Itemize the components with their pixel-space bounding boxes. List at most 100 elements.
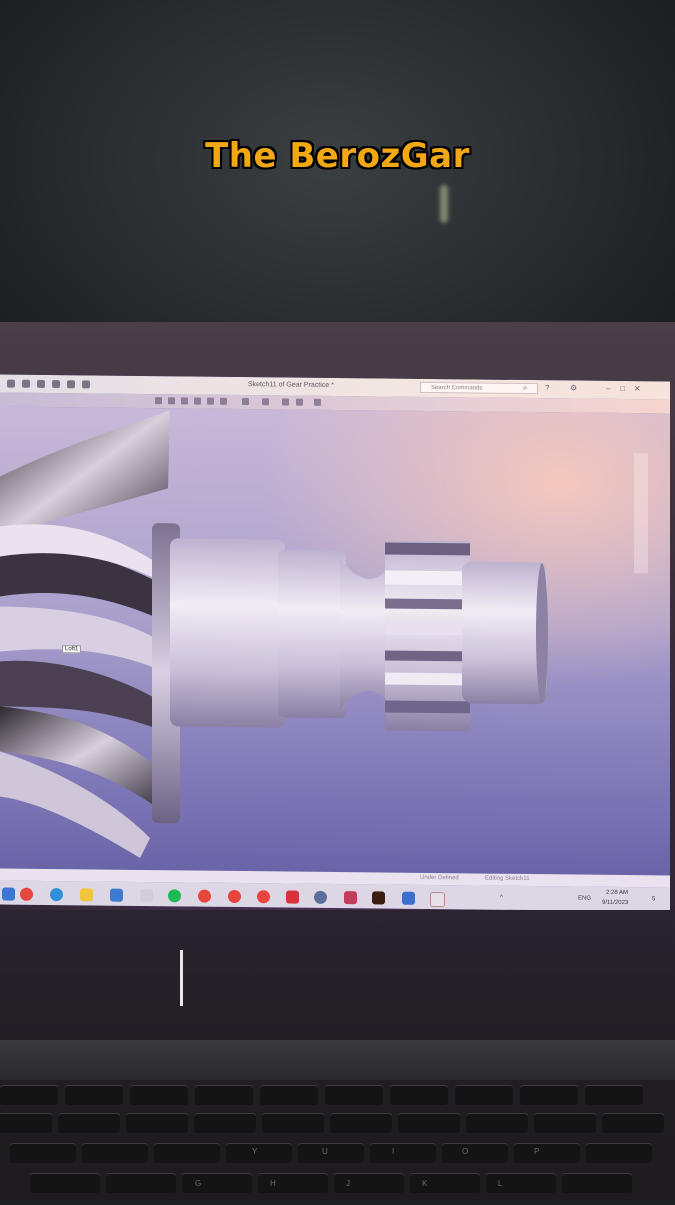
save-icon[interactable]	[22, 379, 30, 388]
key-h[interactable]	[258, 1173, 328, 1193]
appearance-icon[interactable]	[262, 398, 269, 406]
notification-count[interactable]: 5	[652, 896, 655, 902]
office-icon[interactable]	[344, 891, 357, 905]
key[interactable]	[585, 1085, 643, 1105]
hide-show-icon[interactable]	[242, 398, 249, 406]
mail-icon[interactable]	[110, 888, 123, 902]
redo-icon[interactable]	[52, 380, 60, 389]
store-icon[interactable]	[140, 888, 153, 903]
maximize-button[interactable]: □	[620, 384, 625, 393]
search-icon[interactable]: ⌕	[523, 383, 527, 393]
key[interactable]	[106, 1173, 176, 1193]
key[interactable]	[0, 1113, 52, 1133]
illustrator-icon[interactable]	[372, 891, 385, 905]
key-label-u: U	[322, 1147, 328, 1156]
key[interactable]	[325, 1085, 383, 1105]
key[interactable]	[398, 1113, 460, 1133]
key-label-l: L	[498, 1179, 503, 1188]
cad-viewport[interactable]: Loft1	[0, 406, 670, 876]
shaft-segment-1	[170, 538, 285, 728]
view-settings-icon[interactable]	[296, 398, 303, 406]
shaft-end-face	[536, 563, 548, 704]
edge-icon[interactable]	[50, 888, 63, 902]
key-j[interactable]	[334, 1173, 404, 1193]
key[interactable]	[520, 1085, 578, 1105]
key[interactable]	[195, 1085, 253, 1105]
key-label-o: O	[462, 1147, 469, 1156]
key-g[interactable]	[182, 1173, 252, 1193]
chrome-profile-2-icon[interactable]	[198, 889, 211, 903]
undo-icon[interactable]	[37, 379, 45, 388]
key[interactable]	[126, 1113, 188, 1133]
settings-gear-icon[interactable]	[314, 890, 327, 904]
wall-light-reflection	[440, 185, 448, 223]
key[interactable]	[58, 1113, 120, 1133]
key[interactable]	[466, 1113, 528, 1133]
display-pane-icon[interactable]	[314, 398, 321, 406]
key[interactable]	[390, 1085, 448, 1105]
view-orientation-icon[interactable]	[207, 397, 214, 405]
key-y[interactable]	[226, 1143, 292, 1163]
help-icon[interactable]: ?	[545, 383, 549, 392]
chrome-profile-4-icon[interactable]	[257, 890, 270, 904]
key[interactable]	[562, 1173, 632, 1193]
key[interactable]	[130, 1085, 188, 1105]
video-watermark: The BerozGar	[205, 136, 470, 176]
key[interactable]	[10, 1143, 76, 1163]
notepad-icon[interactable]	[402, 891, 415, 905]
key[interactable]	[602, 1113, 664, 1133]
acrobat-icon[interactable]	[286, 890, 299, 904]
zoom-fit-icon[interactable]	[155, 397, 162, 405]
gear-shaft-model	[0, 410, 548, 858]
chrome-profile-3-icon[interactable]	[228, 889, 241, 904]
clock-time[interactable]: 2:28 AM	[606, 890, 628, 896]
key[interactable]	[260, 1085, 318, 1105]
language-indicator[interactable]: ENG	[578, 896, 591, 902]
scene-icon[interactable]	[282, 398, 289, 406]
key[interactable]	[262, 1113, 324, 1133]
key[interactable]	[82, 1143, 148, 1163]
key[interactable]	[30, 1173, 100, 1193]
settings-icon[interactable]: ⚙	[570, 383, 577, 392]
key-k[interactable]	[410, 1173, 480, 1193]
start-icon[interactable]	[2, 887, 15, 901]
feature-tooltip: Loft1	[62, 645, 82, 654]
helical-blades	[0, 410, 170, 858]
display-style-icon[interactable]	[220, 397, 227, 405]
status-editing: Editing Sketch11	[485, 875, 530, 883]
key[interactable]	[455, 1085, 513, 1105]
search-commands-input[interactable]: Search Commands	[420, 381, 538, 395]
key-o[interactable]	[442, 1143, 508, 1163]
key-u[interactable]	[298, 1143, 364, 1163]
key-label-g: G	[195, 1179, 202, 1188]
key-i[interactable]	[370, 1143, 436, 1163]
clock-date[interactable]: 9/11/2023	[602, 900, 628, 906]
key[interactable]	[330, 1113, 392, 1133]
key[interactable]	[0, 1085, 58, 1105]
key-label-p: P	[534, 1147, 540, 1156]
key[interactable]	[154, 1143, 220, 1163]
solidworks-icon[interactable]	[430, 891, 445, 908]
chrome-icon[interactable]	[20, 887, 33, 901]
section-view-icon[interactable]	[194, 397, 201, 405]
key[interactable]	[65, 1085, 123, 1105]
zoom-area-icon[interactable]	[168, 397, 175, 405]
shaft-segment-2	[278, 549, 346, 719]
minimize-button[interactable]: –	[606, 384, 610, 393]
key-l[interactable]	[486, 1173, 556, 1193]
key-p[interactable]	[514, 1143, 580, 1163]
spotify-icon[interactable]	[168, 889, 181, 903]
key[interactable]	[586, 1143, 652, 1163]
previous-view-icon[interactable]	[181, 397, 188, 405]
close-button[interactable]: ✕	[634, 384, 641, 393]
key-label-i: I	[392, 1147, 395, 1156]
key[interactable]	[534, 1113, 596, 1133]
tray-chevron-icon[interactable]: ^	[500, 895, 503, 901]
task-pane-tabs[interactable]	[634, 453, 648, 574]
key[interactable]	[194, 1113, 256, 1133]
file-explorer-icon[interactable]	[80, 888, 93, 902]
laptop-screen: Sketch11 of Gear Practice * Search Comma…	[0, 374, 670, 912]
print-icon[interactable]	[67, 380, 75, 389]
options-icon[interactable]	[82, 380, 90, 389]
app-logo-icon[interactable]	[7, 379, 15, 388]
